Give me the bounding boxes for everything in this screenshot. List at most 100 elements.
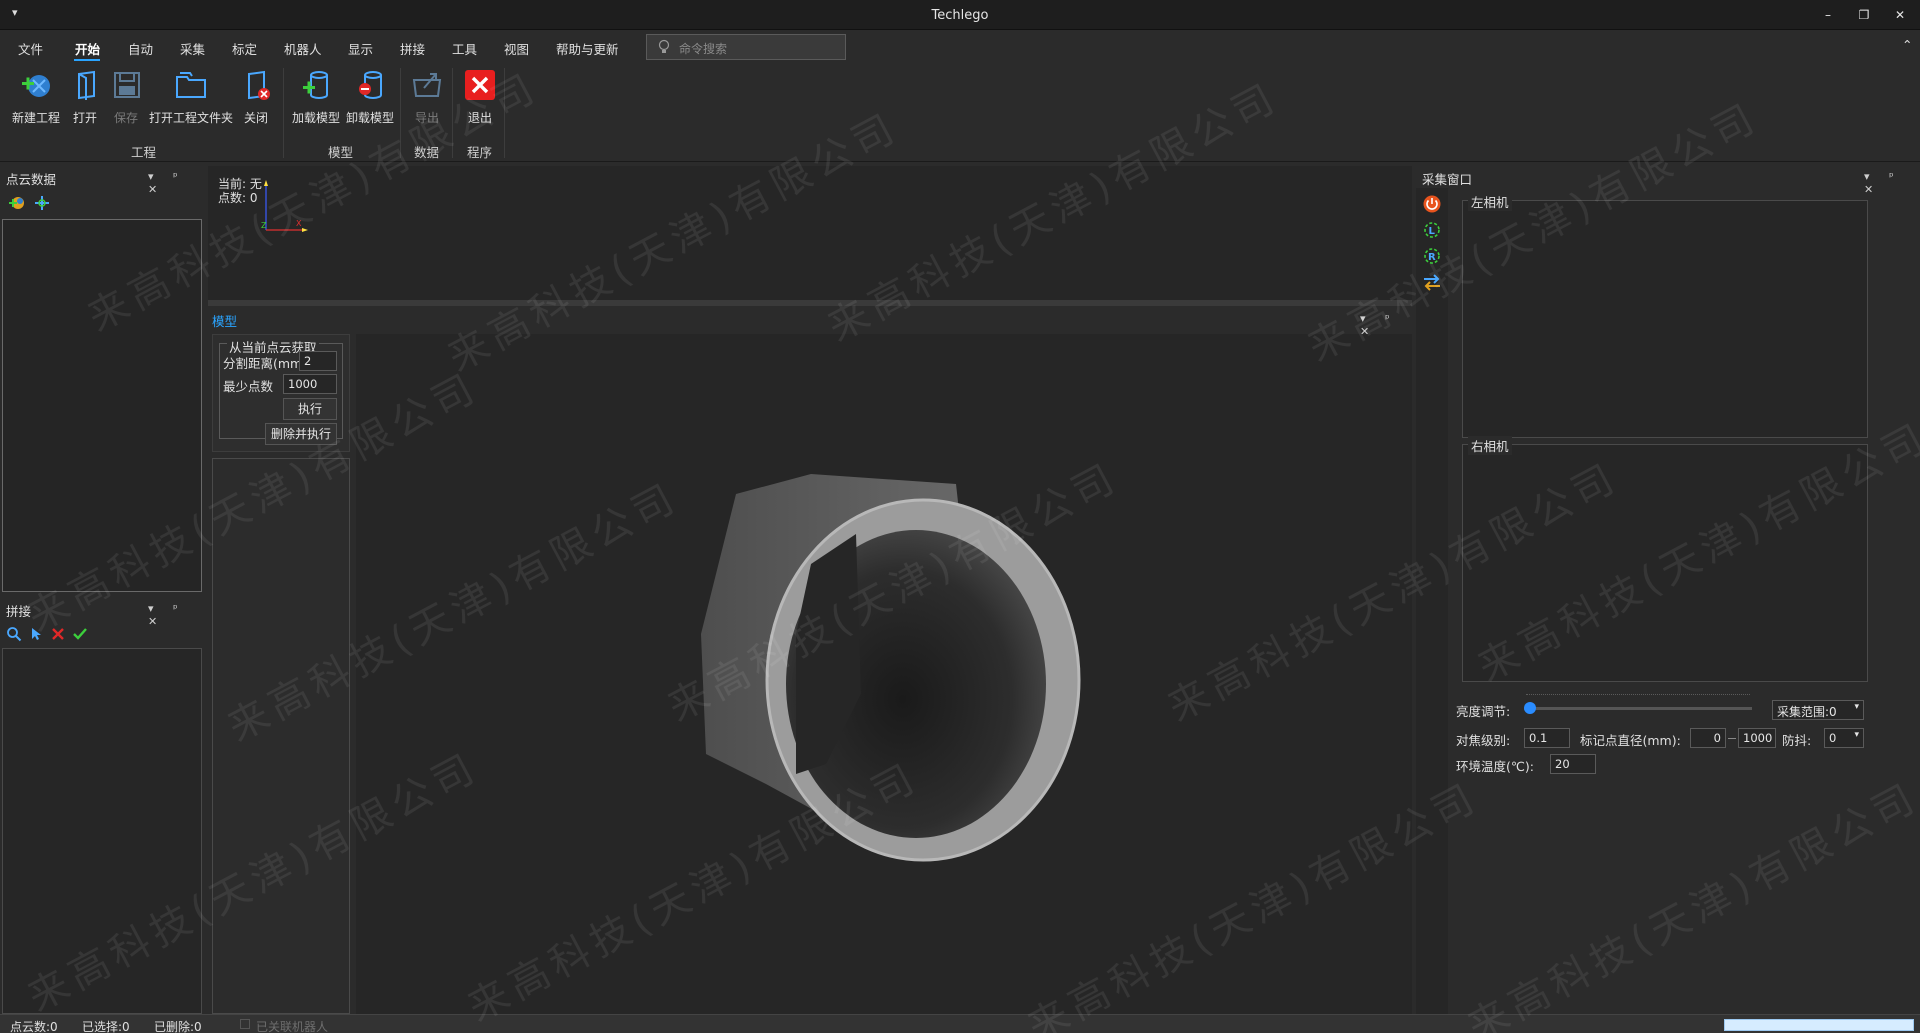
right-camera-icon[interactable]: R (1422, 246, 1442, 266)
save-button[interactable]: 保存 (110, 68, 142, 126)
capture-panel-controls[interactable]: ▾ ᵖ ✕ (1864, 170, 1920, 196)
menu-file[interactable]: 文件 (18, 39, 43, 58)
group-label-program: 程序 (467, 145, 493, 160)
left-camera-icon[interactable]: L (1422, 220, 1442, 240)
anti-shake-select[interactable]: 0 ▾ (1824, 728, 1864, 748)
capture-panel-title: 采集窗口 (1422, 172, 1473, 187)
ambient-temp-label: 环境温度(℃): (1456, 759, 1535, 774)
menu-tools[interactable]: 工具 (452, 39, 477, 58)
group-label-data: 数据 (414, 145, 440, 160)
open-project-folder-label: 打开工程文件夹 (148, 111, 233, 125)
swap-icon[interactable] (1422, 272, 1442, 292)
pointer-select-icon[interactable] (28, 626, 44, 642)
open-button[interactable]: 打开 (70, 68, 100, 126)
pointcloud-list[interactable] (2, 219, 202, 592)
menu-auto[interactable]: 自动 (128, 39, 153, 58)
status-cloud-count: 点云数:0 (10, 1020, 58, 1033)
unload-model-icon (359, 71, 382, 99)
active-menu-indicator (74, 59, 100, 61)
svg-text:R: R (1428, 252, 1436, 263)
menu-view[interactable]: 视图 (504, 39, 529, 58)
menu-capture[interactable]: 采集 (180, 39, 205, 58)
status-bar: 点云数:0 已选择:0 已删除:0 已关联机器人 (0, 1014, 1920, 1033)
min-points-label: 最少点数 (223, 379, 274, 394)
ambient-temp-input[interactable]: 20 (1550, 754, 1596, 774)
pipe-model-render (701, 474, 1081, 862)
axis-gizmo-icon: Z X (261, 180, 308, 232)
top-viewer[interactable]: 当前: 无 点数: 0 Z X (208, 166, 1412, 300)
stitch-list[interactable] (2, 648, 202, 1014)
zoom-search-icon[interactable] (6, 626, 22, 642)
load-model-icon (303, 71, 328, 99)
folder-icon (176, 72, 206, 98)
close-project-label: 关闭 (243, 111, 268, 125)
menu-bar: 文件 开始 自动 采集 标定 机器人 显示 拼接 工具 视图 帮助与更新 ⌃ (0, 30, 1920, 62)
delete-and-execute-button[interactable]: 删除并执行 (265, 423, 337, 445)
progress-bar (1724, 1019, 1914, 1031)
axis-x-label: X (296, 219, 302, 228)
min-points-input[interactable]: 1000 (283, 374, 337, 394)
title-bar: ▾ Techlego – ❐ ✕ (0, 0, 1920, 30)
menu-calibrate[interactable]: 标定 (232, 39, 257, 58)
focus-level-label: 对焦级别: (1456, 733, 1511, 748)
restore-button[interactable]: ❐ (1852, 6, 1876, 24)
menu-robot[interactable]: 机器人 (284, 39, 322, 58)
model-list[interactable] (212, 458, 350, 1014)
ribbon-separator (400, 68, 401, 158)
minimize-button[interactable]: – (1816, 6, 1840, 24)
pointcloud-panel-controls[interactable]: ▾ ᵖ ✕ (148, 170, 204, 196)
export-icon (412, 73, 442, 97)
ribbon-collapse-icon[interactable]: ⌃ (1902, 37, 1912, 52)
stitch-panel-controls[interactable]: ▾ ᵖ ✕ (148, 602, 204, 628)
export-label: 导出 (414, 111, 439, 125)
unload-model-button[interactable]: 卸载模型 (344, 68, 396, 126)
marker-diameter-min-input[interactable]: 0 (1690, 728, 1726, 748)
split-cloud-icon[interactable] (33, 194, 51, 212)
model-viewer[interactable] (356, 334, 1412, 1014)
command-search-input[interactable]: 命令搜索 (646, 34, 846, 60)
confirm-check-icon[interactable] (72, 626, 88, 642)
stitch-panel: 拼接 ▾ ᵖ ✕ (0, 596, 204, 1014)
brightness-slider-track[interactable] (1524, 707, 1752, 710)
exit-button[interactable]: 退出 (462, 68, 498, 126)
group-label-model: 模型 (328, 145, 354, 160)
marker-diameter-label: 标记点直径(mm): (1580, 733, 1681, 748)
pointcloud-panel-title: 点云数据 (6, 172, 57, 187)
export-button[interactable]: 导出 (410, 68, 444, 126)
close-project-button[interactable]: 关闭 (240, 68, 272, 126)
svg-text:L: L (1429, 226, 1436, 237)
menu-display[interactable]: 显示 (348, 39, 373, 58)
split-distance-label: 分割距离(mm) (223, 356, 308, 371)
menu-start[interactable]: 开始 (75, 39, 100, 58)
model-params-group: 从当前点云获取 分割距离(mm) 2 最少点数 1000 执行 删除并执行 (212, 334, 350, 452)
close-window-button[interactable]: ✕ (1888, 6, 1912, 24)
execute-button[interactable]: 执行 (283, 398, 337, 420)
anti-shake-label: 防抖: (1782, 733, 1812, 748)
capture-toolbar (1416, 188, 1448, 1014)
model-panel: 模型 ▾ ᵖ ✕ 从当前点云获取 分割距离(mm) 2 最少点数 1000 执行… (208, 306, 1412, 1014)
point-count-label: 点数: 0 (218, 191, 258, 205)
unload-model-label: 卸载模型 (345, 111, 394, 125)
marker-diameter-max-input[interactable]: 1000 (1738, 728, 1776, 748)
add-cloud-icon[interactable] (8, 194, 26, 212)
load-model-button[interactable]: 加载模型 (290, 68, 342, 126)
open-project-folder-button[interactable]: 打开工程文件夹 (148, 68, 234, 126)
pointcloud-panel: 点云数据 ▾ ᵖ ✕ (0, 164, 204, 596)
new-project-button[interactable]: 新建工程 (10, 68, 62, 126)
ribbon-separator (504, 68, 505, 158)
focus-level-input[interactable]: 0.1 (1524, 728, 1570, 748)
left-camera-view[interactable] (1462, 200, 1868, 438)
load-model-label: 加载模型 (291, 111, 340, 125)
ribbon-separator (452, 68, 453, 158)
split-distance-input[interactable]: 2 (299, 351, 337, 371)
power-icon[interactable] (1422, 194, 1442, 214)
capture-range-select[interactable]: 采集范围:0 ▾ (1772, 700, 1864, 720)
menu-stitch[interactable]: 拼接 (400, 39, 425, 58)
right-camera-view[interactable] (1462, 444, 1868, 682)
capture-range-value: 采集范围:0 (1777, 705, 1837, 719)
menu-help[interactable]: 帮助与更新 (556, 39, 619, 58)
brightness-slider-handle[interactable] (1524, 702, 1536, 714)
delete-x-icon[interactable] (50, 626, 66, 642)
new-project-label: 新建工程 (11, 111, 60, 125)
robot-linked-checkbox[interactable] (240, 1019, 250, 1029)
